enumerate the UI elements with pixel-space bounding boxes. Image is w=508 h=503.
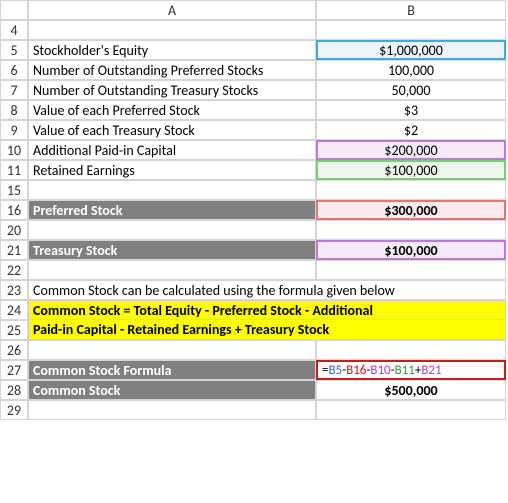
cell-a24[interactable]: Common Stock = Total Equity - Preferred … (28, 300, 506, 320)
cell-b5[interactable]: $1,000,000 (316, 40, 506, 60)
cell-b8[interactable]: $3 (316, 100, 506, 120)
cell-a21[interactable]: Treasury Stock (28, 240, 316, 260)
cell-b9[interactable]: $2 (316, 120, 506, 140)
row-header-21[interactable]: 21 (0, 240, 28, 260)
row-header-16[interactable]: 16 (0, 200, 28, 220)
formula-display: =B5-B16-B10-B11+B21 (322, 363, 442, 378)
row-header-15[interactable]: 15 (0, 180, 28, 200)
row-header-25[interactable]: 25 (0, 320, 28, 340)
row-header-29[interactable]: 29 (0, 400, 28, 420)
cell-b6[interactable]: 100,000 (316, 60, 506, 80)
cell-a6[interactable]: Number of Outstanding Preferred Stocks (28, 60, 316, 80)
cell-b29[interactable] (316, 400, 506, 420)
cell-a23[interactable]: Common Stock can be calculated using the… (28, 280, 506, 300)
cell-b28[interactable]: $500,000 (316, 380, 506, 400)
row-header-10[interactable]: 10 (0, 140, 28, 160)
cell-a4[interactable] (28, 20, 316, 40)
cell-a20[interactable] (28, 220, 316, 240)
cell-b11[interactable]: $100,000 (316, 160, 506, 180)
row-header-23[interactable]: 23 (0, 280, 28, 300)
cell-a15[interactable] (28, 180, 316, 200)
row-header-5[interactable]: 5 (0, 40, 28, 60)
cell-a29[interactable] (28, 400, 316, 420)
row-header-20[interactable]: 20 (0, 220, 28, 240)
col-header-b[interactable]: B (316, 0, 506, 20)
row-header-27[interactable]: 27 (0, 360, 28, 380)
cell-b16[interactable]: $300,000 (316, 200, 506, 220)
row-header-11[interactable]: 11 (0, 160, 28, 180)
cell-a5[interactable]: Stockholder's Equity (28, 40, 316, 60)
row-header-24[interactable]: 24 (0, 300, 28, 320)
cell-a26[interactable] (28, 340, 316, 360)
cell-b27[interactable]: =B5-B16-B10-B11+B21 (316, 360, 506, 380)
cell-a9[interactable]: Value of each Treasury Stock (28, 120, 316, 140)
row-header-9[interactable]: 9 (0, 120, 28, 140)
row-header-28[interactable]: 28 (0, 380, 28, 400)
cell-a8[interactable]: Value of each Preferred Stock (28, 100, 316, 120)
cell-a25[interactable]: Paid-in Capital - Retained Earnings + Tr… (28, 320, 506, 340)
cell-a10[interactable]: Additional Paid-in Capital (28, 140, 316, 160)
row-header-22[interactable]: 22 (0, 260, 28, 280)
row-header-26[interactable]: 26 (0, 340, 28, 360)
cell-a16[interactable]: Preferred Stock (28, 200, 316, 220)
cell-b10[interactable]: $200,000 (316, 140, 506, 160)
corner-header (0, 0, 28, 20)
cell-a7[interactable]: Number of Outstanding Treasury Stocks (28, 80, 316, 100)
cell-b20[interactable] (316, 220, 506, 240)
row-header-4[interactable]: 4 (0, 20, 28, 40)
cell-b4[interactable] (316, 20, 506, 40)
row-header-6[interactable]: 6 (0, 60, 28, 80)
cell-a28[interactable]: Common Stock (28, 380, 316, 400)
cell-b7[interactable]: 50,000 (316, 80, 506, 100)
cell-b21[interactable]: $100,000 (316, 240, 506, 260)
cell-a22[interactable] (28, 260, 316, 280)
cell-a11[interactable]: Retained Earnings (28, 160, 316, 180)
cell-b26[interactable] (316, 340, 506, 360)
row-header-8[interactable]: 8 (0, 100, 28, 120)
col-header-a[interactable]: A (28, 0, 316, 20)
spreadsheet: A B 4 5 Stockholder's Equity $1,000,000 … (0, 0, 508, 420)
cell-b22[interactable] (316, 260, 506, 280)
row-header-7[interactable]: 7 (0, 80, 28, 100)
cell-b15[interactable] (316, 180, 506, 200)
cell-a27[interactable]: Common Stock Formula (28, 360, 316, 380)
